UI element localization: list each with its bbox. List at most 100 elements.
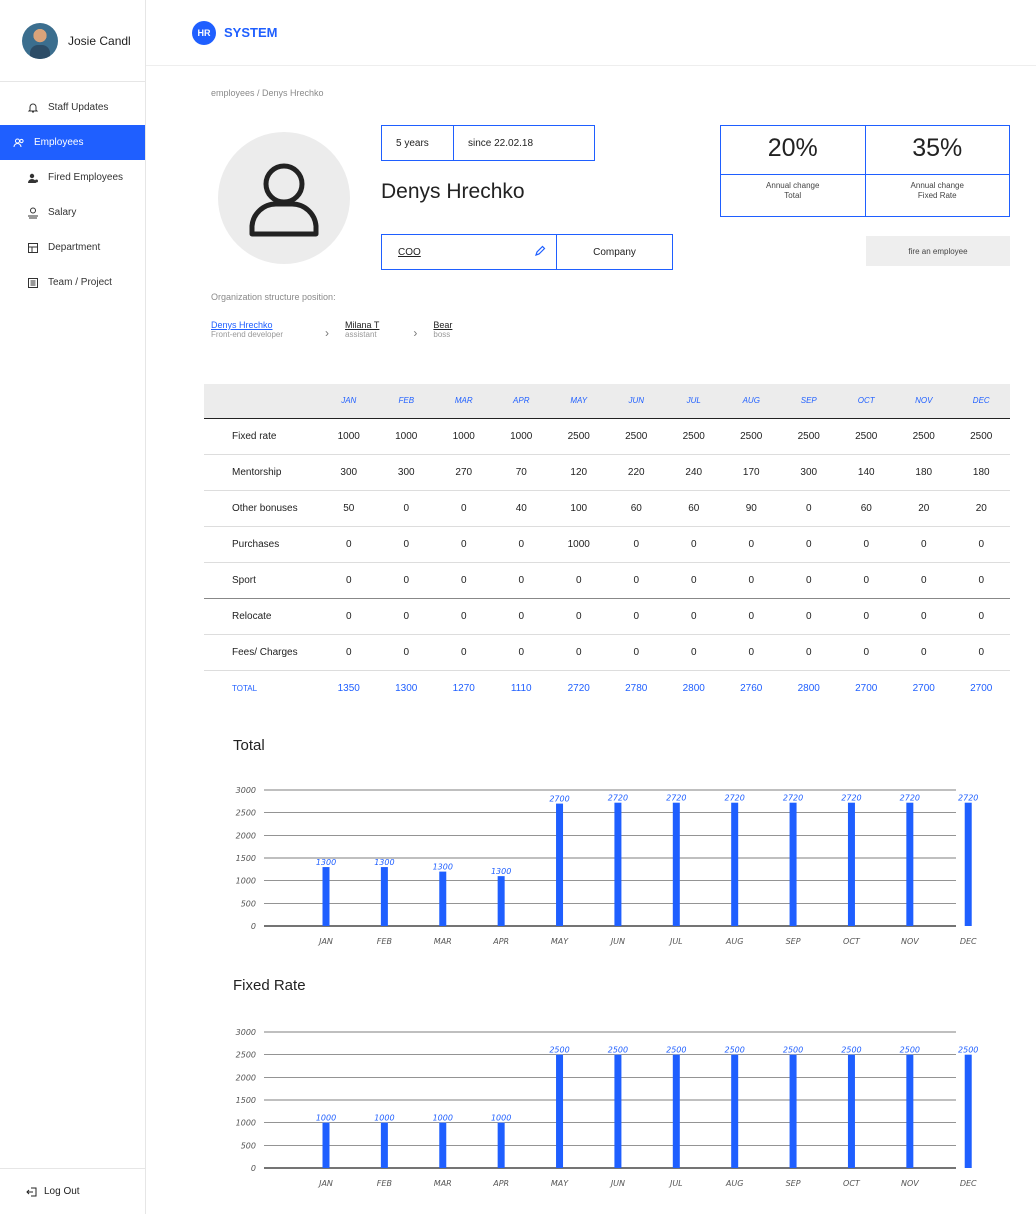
bar[interactable] <box>672 1054 680 1168</box>
sidebar-nav: Staff Updates Employees Fired Employees … <box>0 90 145 300</box>
bar[interactable] <box>789 1054 797 1168</box>
sidebar-item-label: Fired Employees <box>48 172 124 183</box>
table-cell: 1000 <box>320 417 378 455</box>
bar[interactable] <box>322 1122 330 1168</box>
bar-value-label: 2720 <box>608 794 628 803</box>
bar-value-label: 2720 <box>958 794 978 803</box>
bell-icon <box>26 101 40 115</box>
role-title: COO <box>398 246 421 258</box>
sidebar-item-label: Staff Updates <box>48 102 109 113</box>
row-label: Fixed rate <box>204 417 320 455</box>
role-field[interactable]: COO <box>382 235 557 269</box>
salary-table: JAN FEB MAR APR MAY JUN JUL AUG SEP OCT NOV DEC Fix… <box>204 384 1010 706</box>
bar-value-label: 1300 <box>491 867 511 876</box>
bar[interactable] <box>380 1122 388 1168</box>
sidebar-item-team-project[interactable]: Team / Project <box>0 265 145 300</box>
sidebar-item-department[interactable]: Department <box>0 230 145 265</box>
bar[interactable] <box>847 802 855 926</box>
table-cell: 300 <box>377 454 435 491</box>
month-header: JUL <box>665 384 723 418</box>
row-label: Fees/ Charges <box>204 634 320 671</box>
table-cell: 0 <box>377 634 435 671</box>
bar[interactable] <box>672 802 680 926</box>
table-cell: 1000 <box>550 526 608 563</box>
bar[interactable] <box>439 871 447 926</box>
y-tick-label: 3000 <box>236 786 256 795</box>
bar[interactable] <box>556 803 564 926</box>
table-cell: 0 <box>895 526 953 563</box>
pencil-icon[interactable] <box>534 245 546 260</box>
bar[interactable] <box>789 802 797 926</box>
tenure-years: 5 years <box>382 126 454 160</box>
bar[interactable] <box>614 1054 622 1168</box>
sidebar-item-staff-updates[interactable]: Staff Updates <box>0 90 145 125</box>
table-cell: 0 <box>550 634 608 671</box>
bar[interactable] <box>439 1122 447 1168</box>
table-cell: 0 <box>722 562 780 599</box>
table-cell: 0 <box>320 634 378 671</box>
bar[interactable] <box>731 802 739 926</box>
table-cell: 2500 <box>607 417 665 455</box>
month-header: MAR <box>435 384 493 418</box>
org-structure-path: Denys Hrechko Front-end developer › Mila… <box>211 320 452 340</box>
bar[interactable] <box>614 802 622 926</box>
breadcrumb[interactable]: employees / Denys Hrechko <box>211 88 324 98</box>
table-cell: 0 <box>550 598 608 635</box>
bar[interactable] <box>964 1054 972 1168</box>
sidebar-item-employees[interactable]: Employees <box>0 125 145 160</box>
bar[interactable] <box>847 1054 855 1168</box>
chart-title-total: Total <box>233 737 265 754</box>
org-node-self[interactable]: Denys Hrechko Front-end developer <box>211 320 283 339</box>
sidebar-item-fired-employees[interactable]: Fired Employees <box>0 160 145 195</box>
bar[interactable] <box>556 1054 564 1168</box>
users-icon <box>12 136 26 150</box>
x-tick-label: NOV <box>901 937 919 946</box>
org-node-boss[interactable]: Bear boss <box>433 320 452 339</box>
table-cell: 0 <box>665 562 723 599</box>
bar-value-label: 2720 <box>725 794 745 803</box>
bar[interactable] <box>906 802 914 926</box>
org-node-manager[interactable]: Milana T assistant <box>345 320 379 339</box>
x-tick-label: DEC <box>960 937 977 946</box>
bar[interactable] <box>322 867 330 926</box>
bar[interactable] <box>906 1054 914 1168</box>
user-profile[interactable]: Josie Candl <box>0 0 145 82</box>
logout-button[interactable]: Log Out <box>0 1168 146 1214</box>
table-cell: 20 <box>895 490 953 527</box>
table-cell: 2500 <box>780 417 838 455</box>
y-tick-label: 500 <box>241 1141 256 1150</box>
y-tick-label: 500 <box>241 899 256 908</box>
fire-employee-button[interactable]: fire an employee <box>866 236 1010 266</box>
table-cell: 0 <box>377 598 435 635</box>
table-cell: 120 <box>550 454 608 491</box>
stat-label-line1: Annual change <box>766 181 820 190</box>
row-label: Relocate <box>204 598 320 635</box>
table-cell: 0 <box>320 598 378 635</box>
table-cell: 40 <box>492 490 550 527</box>
sidebar-item-salary[interactable]: Salary <box>0 195 145 230</box>
money-icon <box>26 206 40 220</box>
bar[interactable] <box>497 876 505 926</box>
table-cell: 0 <box>435 562 493 599</box>
table-cell: 0 <box>435 598 493 635</box>
sidebar: Josie Candl Staff Updates Employees Fire… <box>0 0 146 1214</box>
fixed-rate-bar-chart: 3000 2500 2000 1500 1000 500 0 1000 JAN 1000 FEB 10… <box>236 1028 979 1188</box>
bar-value-label: 2500 <box>666 1046 686 1055</box>
table-cell: 0 <box>435 634 493 671</box>
table-cell: 2760 <box>740 682 763 694</box>
bar[interactable] <box>964 802 972 926</box>
bar[interactable] <box>731 1054 739 1168</box>
table-cell: 0 <box>320 526 378 563</box>
table-cell: 0 <box>780 634 838 671</box>
table-row: Purchases 0 0 0 0 1000 0 0 0 0 0 0 0 <box>204 526 1010 563</box>
bar-value-label: 2720 <box>666 794 686 803</box>
company-field[interactable]: Company <box>557 235 672 269</box>
building-icon <box>26 241 40 255</box>
bar[interactable] <box>380 867 388 926</box>
table-cell: 1300 <box>395 682 418 694</box>
table-header-corner <box>204 384 320 418</box>
bar[interactable] <box>497 1122 505 1168</box>
month-header: JUN <box>607 384 665 418</box>
month-header: OCT <box>837 384 895 418</box>
x-tick-label: MAY <box>551 937 569 946</box>
